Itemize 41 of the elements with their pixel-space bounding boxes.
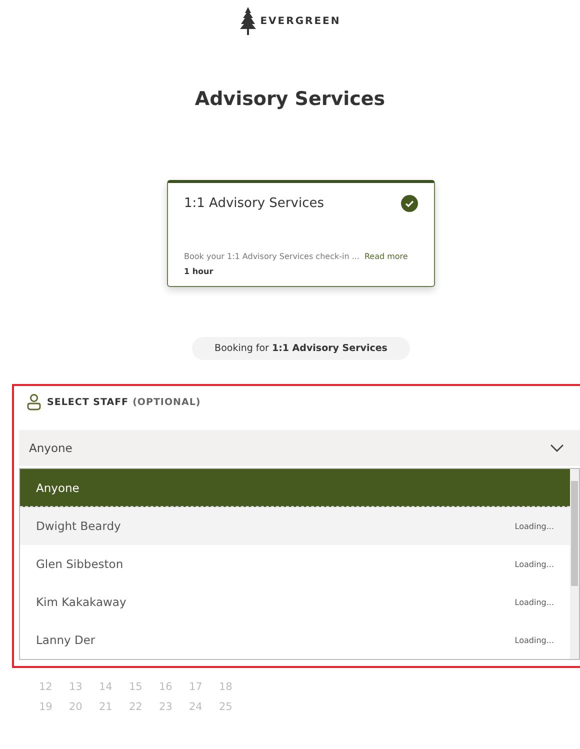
staff-option[interactable]: Dwight Beardy Loading... xyxy=(20,507,570,545)
optional-note: (OPTIONAL) xyxy=(132,396,201,408)
calendar-day[interactable]: 24 xyxy=(189,701,219,713)
calendar-day[interactable]: 21 xyxy=(99,701,129,713)
calendar-day[interactable]: 15 xyxy=(129,681,159,693)
staff-option[interactable]: Anyone xyxy=(20,469,570,507)
calendar-day[interactable]: 19 xyxy=(39,701,69,713)
service-title: 1:1 Advisory Services xyxy=(184,196,324,211)
staff-name: Dwight Beardy xyxy=(36,519,121,533)
check-icon xyxy=(401,195,418,212)
staff-name: Lanny Der xyxy=(36,633,96,647)
calendar-day[interactable]: 12 xyxy=(39,681,69,693)
calendar-day[interactable]: 13 xyxy=(69,681,99,693)
service-duration: 1 hour xyxy=(184,267,214,276)
calendar-day[interactable]: 22 xyxy=(129,701,159,713)
calendar-day[interactable]: 18 xyxy=(219,681,249,693)
chevron-down-icon xyxy=(550,444,564,452)
scrollbar[interactable] xyxy=(570,469,579,659)
loading-status: Loading... xyxy=(514,636,554,644)
read-more-link[interactable]: Read more xyxy=(364,252,408,261)
loading-status: Loading... xyxy=(514,598,554,606)
loading-status: Loading... xyxy=(514,522,554,530)
staff-name: Kim Kakakaway xyxy=(36,595,126,609)
booking-for-pill: Booking for 1:1 Advisory Services xyxy=(192,337,410,360)
staff-heading: SELECT STAFF xyxy=(47,396,129,408)
person-icon xyxy=(27,393,41,411)
calendar-day[interactable]: 20 xyxy=(69,701,99,713)
brand-name: EVERGREEN xyxy=(260,16,341,26)
calendar-day[interactable]: 25 xyxy=(219,701,249,713)
calendar-day[interactable]: 14 xyxy=(99,681,129,693)
staff-name: Glen Sibbeston xyxy=(36,557,124,571)
calendar-day[interactable]: 23 xyxy=(159,701,189,713)
calendar-day[interactable]: 16 xyxy=(159,681,189,693)
service-description: Book your 1:1 Advisory Services check-in ... xyxy=(184,252,360,261)
loading-status: Loading... xyxy=(514,560,554,568)
staff-select[interactable]: Anyone xyxy=(19,430,580,466)
page-title: Advisory Services xyxy=(194,88,386,110)
pine-tree-icon xyxy=(239,6,258,36)
service-card[interactable]: 1:1 Advisory Services Book your 1:1 Advisory Services check-in ... Read more 1 hour xyxy=(167,180,435,287)
calendar-day[interactable]: 17 xyxy=(189,681,219,693)
staff-name: Anyone xyxy=(36,480,80,494)
